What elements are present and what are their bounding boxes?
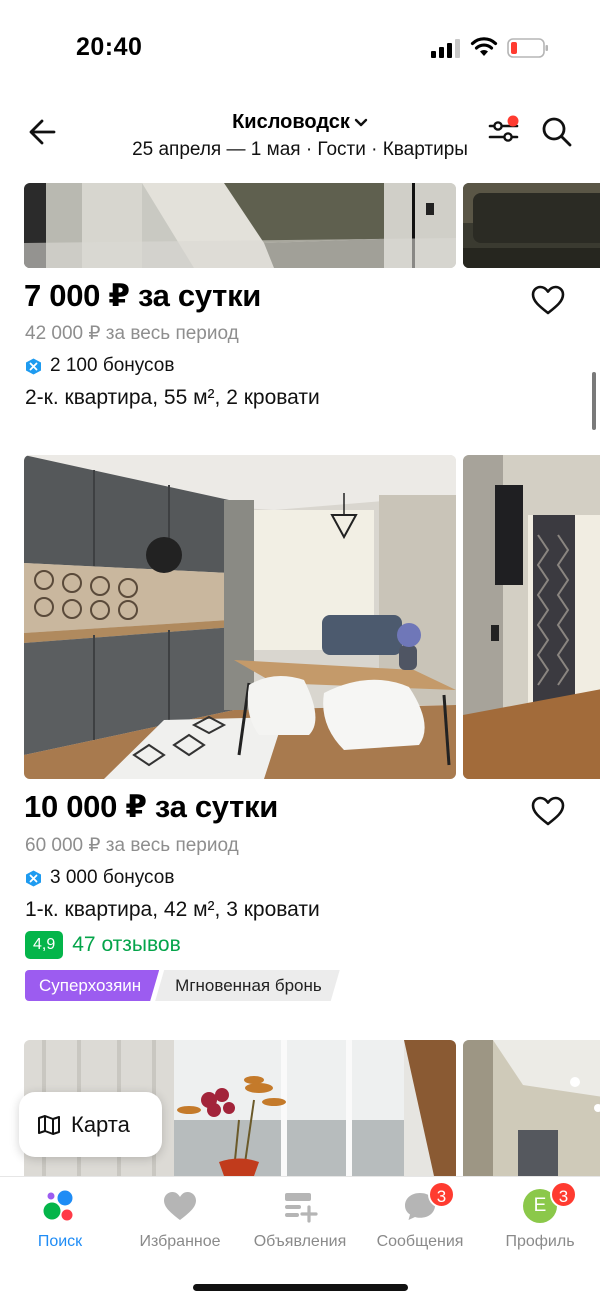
tab-label: Профиль bbox=[505, 1233, 575, 1250]
listing-photo bbox=[24, 183, 456, 268]
messages-notification-badge: 3 bbox=[428, 1181, 455, 1208]
bonus-amount: 2 100 бонусов bbox=[50, 355, 175, 376]
map-button[interactable]: Карта bbox=[19, 1092, 162, 1157]
total-price: 60 000 ₽ за весь период bbox=[25, 835, 239, 856]
listing-price: 7 000 ₽ за сутки bbox=[24, 278, 262, 313]
listing-badges: Суперхозяин Мгновенная бронь bbox=[25, 970, 340, 1001]
listing-photo bbox=[24, 455, 456, 779]
bonus-info: 3 000 бонусов bbox=[25, 867, 174, 889]
favorite-heart-icon[interactable] bbox=[530, 795, 566, 827]
cellular-signal-icon bbox=[431, 39, 460, 58]
tab-label: Сообщения bbox=[376, 1233, 464, 1250]
bonus-icon bbox=[26, 358, 41, 374]
search-header: Кисловодск 25 апреля — 1 мая · Гости · К… bbox=[0, 95, 600, 183]
rating-badge: 4,9 bbox=[25, 931, 64, 959]
add-listing-icon bbox=[285, 1193, 318, 1223]
home-indicator[interactable] bbox=[193, 1284, 408, 1291]
favorite-heart-icon[interactable] bbox=[530, 284, 566, 316]
listing-price: 10 000 ₽ за сутки bbox=[24, 789, 278, 824]
map-button-label: Карта bbox=[71, 1111, 130, 1137]
total-price: 42 000 ₽ за весь период bbox=[25, 323, 239, 344]
listing-photo bbox=[463, 455, 600, 779]
bonus-info: 2 100 бонусов bbox=[25, 355, 174, 377]
scrollbar[interactable] bbox=[592, 372, 596, 430]
listing-card[interactable]: 7 000 ₽ за сутки 42 000 ₽ за весь период… bbox=[0, 183, 600, 423]
rating-row[interactable]: 4,9 47 отзывов bbox=[25, 931, 181, 959]
room-curtain-photo bbox=[463, 455, 600, 779]
bedroom-photo bbox=[24, 183, 456, 268]
listing-photo bbox=[463, 183, 600, 268]
room-photo bbox=[463, 183, 600, 268]
avatar-letter: Е bbox=[533, 1195, 547, 1216]
chevron-down-icon bbox=[354, 118, 368, 126]
instant-booking-badge: Мгновенная бронь bbox=[155, 970, 340, 1001]
profile-notification-badge: 3 bbox=[550, 1181, 577, 1208]
wifi-icon bbox=[470, 37, 498, 56]
room-ceiling-photo bbox=[463, 1040, 600, 1176]
photo-carousel[interactable] bbox=[24, 183, 600, 268]
filters-active-dot bbox=[507, 115, 519, 127]
city-name: Кисловодск bbox=[232, 111, 350, 133]
status-bar: 20:40 bbox=[0, 0, 600, 95]
photo-carousel[interactable] bbox=[24, 455, 600, 779]
status-time: 20:40 bbox=[76, 33, 143, 61]
tab-label: Объявления bbox=[253, 1233, 347, 1250]
tab-label: Поиск bbox=[37, 1233, 83, 1250]
reviews-link[interactable]: 47 отзывов bbox=[72, 933, 181, 957]
listing-description: 2-к. квартира, 55 м², 2 кровати bbox=[25, 386, 320, 409]
map-icon bbox=[38, 1114, 60, 1135]
tab-label: Избранное bbox=[139, 1233, 221, 1250]
listing-photo bbox=[463, 1040, 600, 1176]
listing-description: 1-к. квартира, 42 м², 3 кровати bbox=[25, 898, 320, 921]
listing-card[interactable]: 10 000 ₽ за сутки 60 000 ₽ за весь перио… bbox=[0, 455, 600, 1015]
search-icon[interactable] bbox=[540, 115, 574, 149]
battery-icon bbox=[507, 38, 548, 58]
search-tab-icon bbox=[43, 1190, 73, 1221]
bonus-icon bbox=[26, 870, 41, 886]
superhost-badge: Суперхозяин bbox=[25, 970, 159, 1001]
bonus-amount: 3 000 бонусов bbox=[50, 867, 175, 888]
heart-icon bbox=[164, 1192, 196, 1220]
kitchen-photo bbox=[24, 455, 456, 779]
filters-icon[interactable] bbox=[487, 115, 523, 147]
